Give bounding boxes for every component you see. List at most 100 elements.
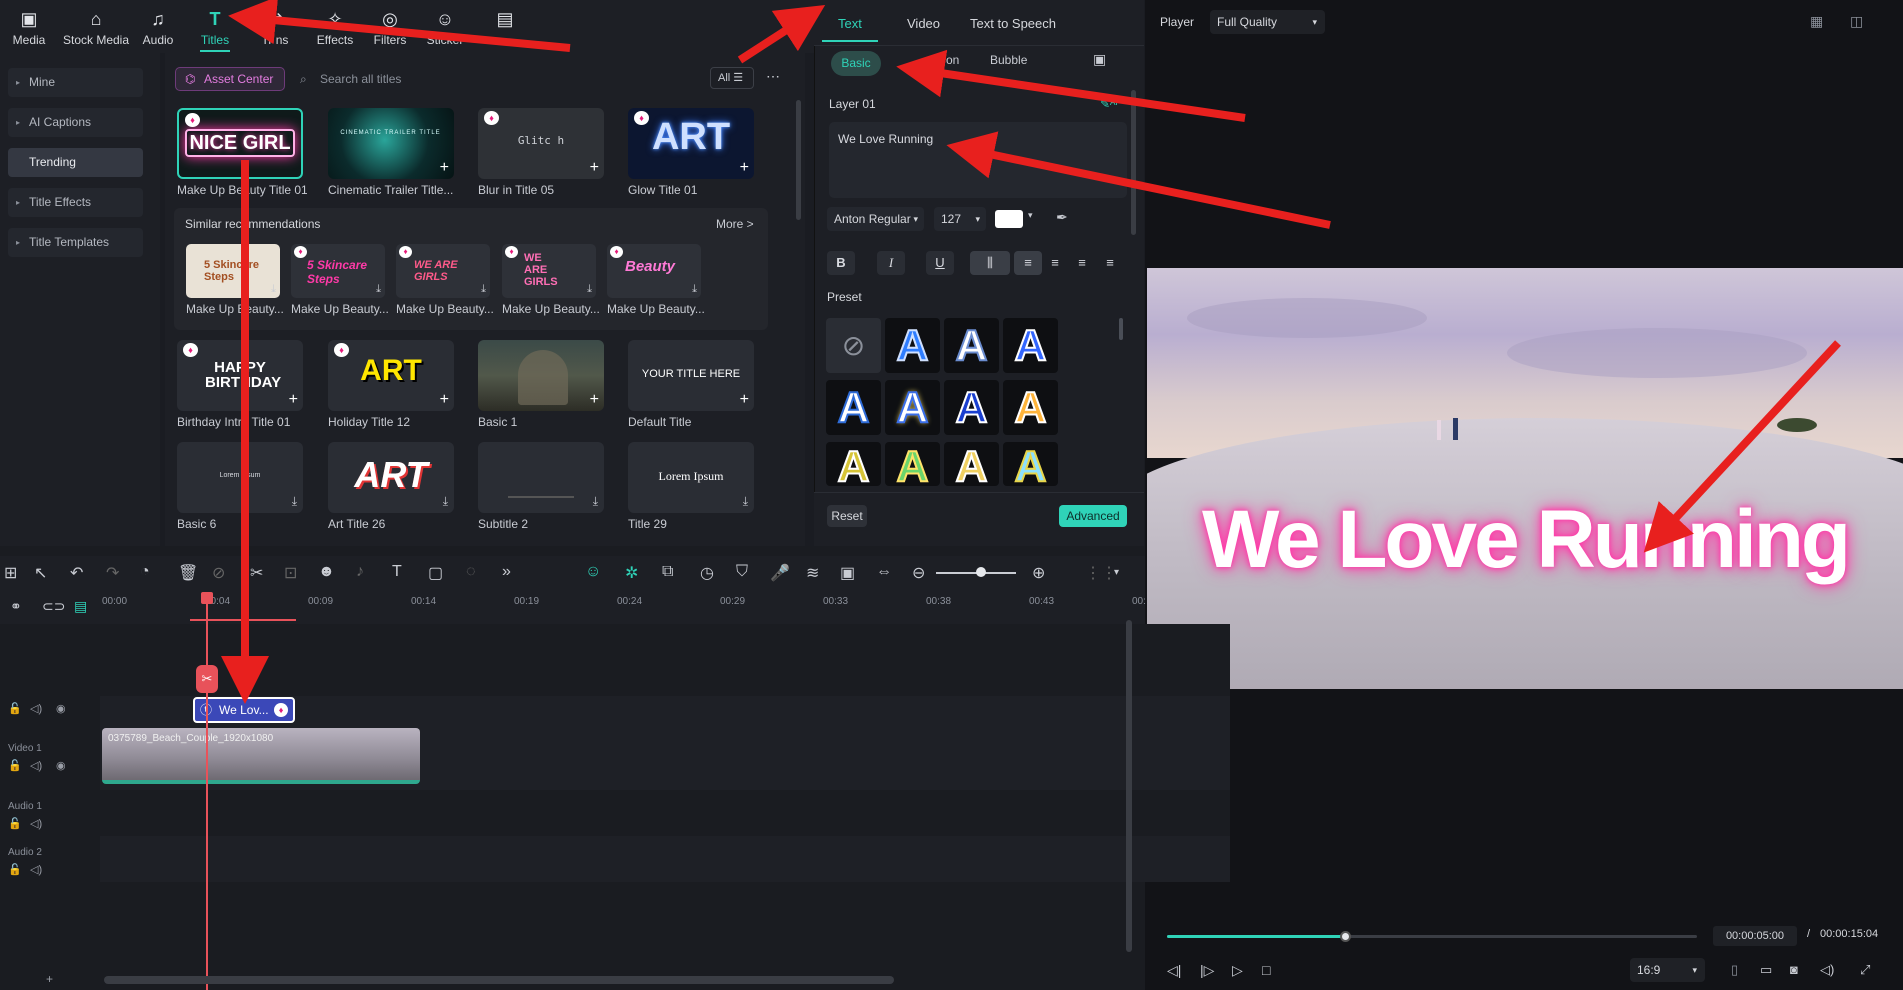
playback-scrubber[interactable] <box>1167 935 1697 938</box>
subtab-bubble[interactable]: Bubble <box>990 53 1027 67</box>
crop-icon[interactable]: ⊡ <box>284 563 297 583</box>
add-icon[interactable]: + <box>590 159 599 177</box>
library-scrollbar[interactable] <box>796 100 801 220</box>
download-icon[interactable]: ⤓ <box>743 494 748 509</box>
preset-style[interactable]: A <box>885 380 940 435</box>
redo-icon[interactable]: ↷ <box>106 563 119 583</box>
sidebar-item-title-effects[interactable]: ▸ Title Effects <box>8 188 143 217</box>
quality-dropdown[interactable]: Full Quality ▾ <box>1210 10 1325 34</box>
text-color-swatch[interactable] <box>995 210 1023 228</box>
title-overlay[interactable]: We Love Running <box>1147 493 1903 587</box>
ai-tool-icon[interactable]: ◔ <box>140 563 150 581</box>
lock-icon[interactable]: 🔓 <box>8 702 22 715</box>
playhead[interactable] <box>206 592 208 990</box>
similar-thumb[interactable]: 5 Skincare Steps ♦ ⤓ <box>291 244 385 298</box>
chevron-down-icon[interactable]: ▾ <box>1028 210 1033 221</box>
play-icon[interactable]: ▷ <box>1232 962 1243 979</box>
preset-style[interactable]: A <box>1003 318 1058 373</box>
preset-style[interactable]: A <box>826 380 881 435</box>
add-icon[interactable]: + <box>289 391 298 409</box>
lock-icon[interactable]: 🔓 <box>8 817 22 830</box>
aspect-ratio-dropdown[interactable]: 16:9 ▾ <box>1630 958 1705 982</box>
title-thumb[interactable]: Lorem Ipsum ⤓ <box>177 442 303 513</box>
delete-icon[interactable]: 🗑 <box>178 563 198 583</box>
download-icon[interactable]: ⤓ <box>481 283 486 296</box>
text-content-input[interactable]: We Love Running <box>829 122 1127 198</box>
volume-icon[interactable]: ◁) <box>1820 962 1834 978</box>
link-icon[interactable]: ⊘ <box>212 563 225 583</box>
download-icon[interactable]: ⤓ <box>271 283 276 296</box>
subtab-basic[interactable]: Basic <box>831 51 881 76</box>
title-thumb[interactable]: ART ⤓ <box>328 442 454 513</box>
more-tools-icon[interactable]: » <box>502 563 511 581</box>
grid-icon[interactable]: ⋮⋮ <box>1085 563 1117 583</box>
title-thumb[interactable]: ⤓ <box>478 442 604 513</box>
filter-dropdown[interactable]: All ☰ <box>710 67 754 89</box>
settings-scrollbar[interactable] <box>1131 90 1136 235</box>
auto-ripple-icon[interactable]: ✲ <box>625 563 638 583</box>
split-icon[interactable]: ✂ <box>250 563 263 583</box>
preset-style[interactable]: A <box>1003 380 1058 435</box>
mute-icon[interactable]: ◁) <box>30 817 42 830</box>
asset-center-button[interactable]: ⌬ Asset Center <box>175 67 285 91</box>
marker-icon[interactable]: ⛉ <box>736 563 748 581</box>
audio-edit-icon[interactable]: ♪ <box>356 563 364 581</box>
font-dropdown[interactable]: Anton Regular ▾ <box>827 207 924 231</box>
eyedropper-icon[interactable]: ✒ <box>1056 209 1068 226</box>
preset-style[interactable]: A <box>885 318 940 373</box>
align-right-icon[interactable]: ≡ <box>1068 251 1096 275</box>
grid-view-icon[interactable]: ▦ <box>1810 13 1823 30</box>
tab-video[interactable]: Video <box>907 16 940 31</box>
previous-frame-icon[interactable]: ◁| <box>1167 962 1181 979</box>
visibility-icon[interactable]: ◉ <box>56 759 66 772</box>
link-clips-icon[interactable]: ⚭ <box>10 598 22 615</box>
preset-style[interactable]: A <box>944 318 999 373</box>
mute-icon[interactable]: ◁) <box>30 759 42 772</box>
add-icon[interactable]: + <box>440 391 449 409</box>
preset-style[interactable]: A <box>944 380 999 435</box>
title-thumb[interactable]: ART ♦ + <box>628 108 754 179</box>
align-center-icon[interactable]: ≡ <box>1041 251 1069 275</box>
title-thumb[interactable]: HAPPY BIRTHDAY ♦ + <box>177 340 303 411</box>
layout-icon[interactable]: ⊞ <box>4 563 17 583</box>
video-preview[interactable]: We Love Running <box>1147 268 1903 689</box>
title-thumb[interactable]: NICE GIRL ♦ <box>177 108 303 179</box>
mute-icon[interactable]: ◁) <box>30 863 42 876</box>
scopes-icon[interactable]: ◫ <box>1850 13 1863 30</box>
tab-text[interactable]: Text <box>838 16 862 31</box>
camera-icon[interactable]: ◙ <box>1790 962 1798 977</box>
sidebar-item-trending[interactable]: Trending <box>8 148 143 177</box>
add-icon[interactable]: + <box>740 391 749 409</box>
next-frame-icon[interactable]: |▷ <box>1200 962 1214 979</box>
ai-face-icon[interactable]: ☺ <box>585 563 601 581</box>
add-track-icon[interactable]: + <box>46 972 53 986</box>
fullscreen-icon[interactable]: ⤢ <box>1860 962 1870 978</box>
lock-icon[interactable]: 🔓 <box>8 759 22 772</box>
advanced-button[interactable]: Advanced <box>1059 505 1127 527</box>
zoom-out-icon[interactable]: ⊖ <box>912 563 925 583</box>
title-thumb[interactable]: Lorem Ipsum ⤓ <box>628 442 754 513</box>
preset-none[interactable]: ⊘ <box>826 318 881 373</box>
similar-thumb[interactable]: WE ARE GIRLS ♦ ⤓ <box>396 244 490 298</box>
timeline-ruler[interactable] <box>0 594 1145 624</box>
visibility-icon[interactable]: ◉ <box>56 702 66 715</box>
sidebar-item-title-templates[interactable]: ▸ Title Templates <box>8 228 143 257</box>
zoom-in-icon[interactable]: ⊕ <box>1032 563 1045 583</box>
sidebar-item-ai-captions[interactable]: ▸ AI Captions <box>8 108 143 137</box>
track-icon[interactable]: ▤ <box>74 598 87 615</box>
similar-thumb[interactable]: WE ARE GIRLS ♦ ⤓ <box>502 244 596 298</box>
playhead-handle[interactable] <box>201 592 213 604</box>
magnet-icon[interactable]: ⊂⊃ <box>42 598 65 615</box>
ai-text-icon[interactable]: ✎ᴬᴵ <box>1100 97 1118 111</box>
transform-icon[interactable]: ▢ <box>428 563 443 583</box>
fit-icon[interactable]: ⇔ <box>876 563 892 581</box>
mute-icon[interactable]: ◁) <box>30 702 42 715</box>
reset-button[interactable]: Reset <box>827 505 867 527</box>
undo-icon[interactable]: ↶ <box>70 563 83 583</box>
search-input[interactable]: ⌕ Search all titles <box>296 67 576 91</box>
split-marker-icon[interactable]: ✂ <box>196 665 218 693</box>
text-spacing-icon[interactable]: ⫼ <box>970 251 1010 275</box>
microphone-icon[interactable]: 🎤 <box>770 563 790 583</box>
preset-style[interactable]: A <box>1003 441 1058 492</box>
font-size-dropdown[interactable]: 127 ▾ <box>934 207 986 231</box>
